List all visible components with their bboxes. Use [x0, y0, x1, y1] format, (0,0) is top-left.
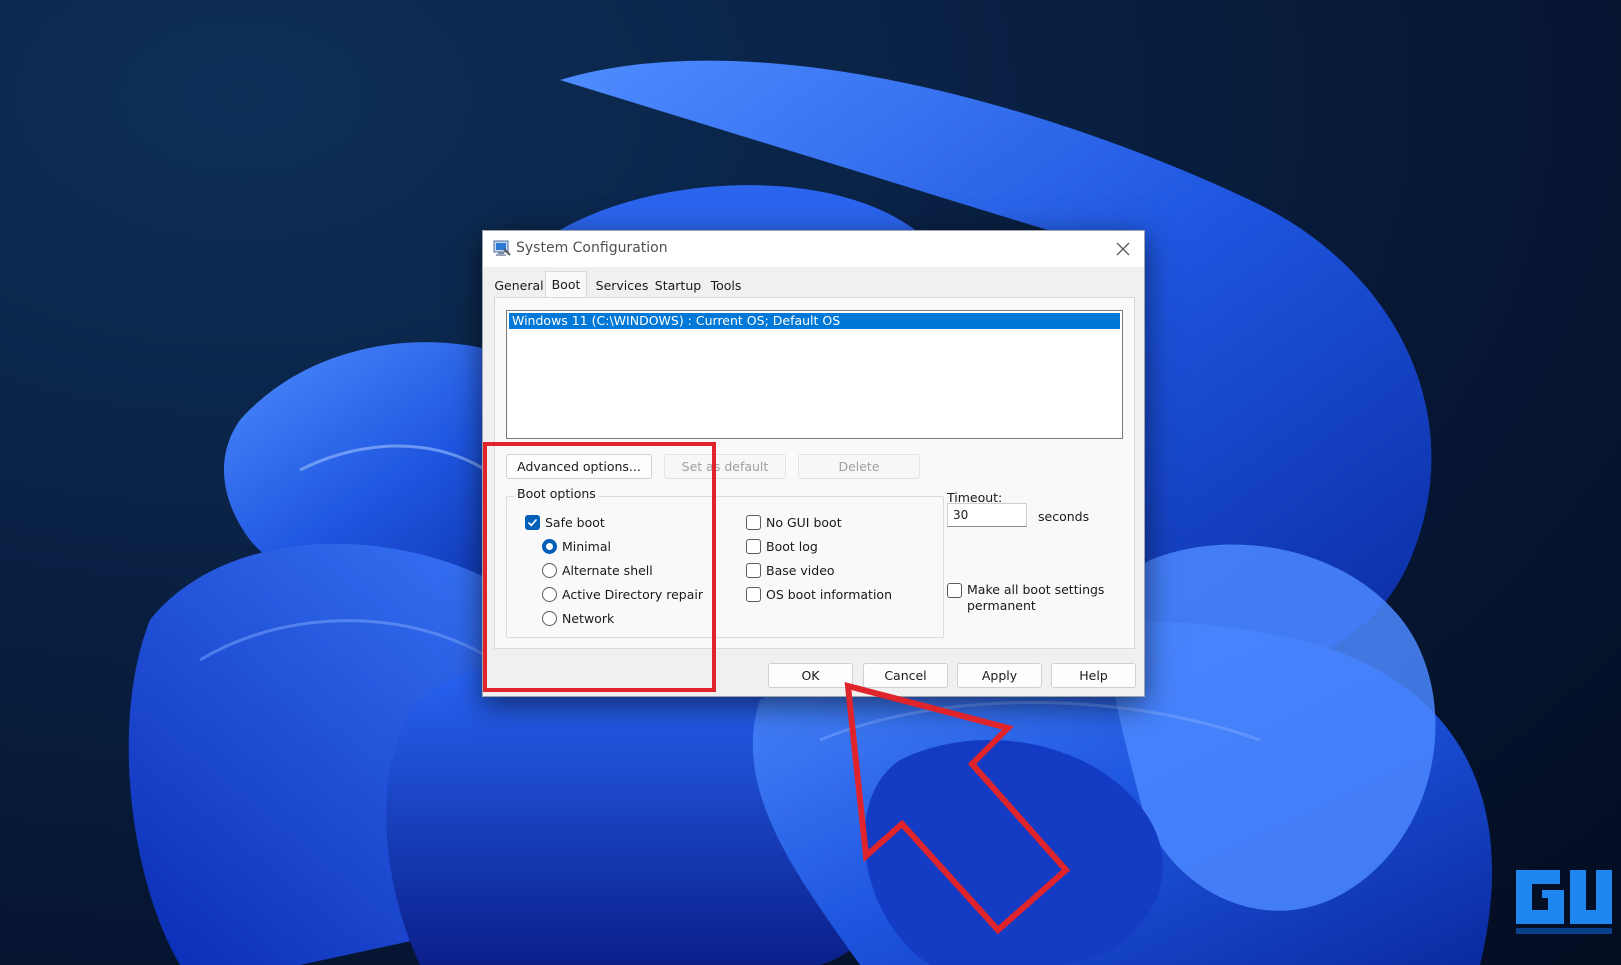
make-permanent-label-line1: Make all boot settings	[967, 582, 1105, 597]
close-icon	[1116, 242, 1130, 256]
radio-network[interactable]: Network	[542, 609, 614, 627]
title-bar: System Configuration	[483, 231, 1144, 267]
checkbox-unchecked[interactable]	[746, 538, 761, 554]
radio-unselected[interactable]	[542, 610, 557, 626]
base-video-label: Base video	[766, 562, 835, 578]
radio-alternate-shell-label: Alternate shell	[562, 562, 653, 578]
checkbox-unchecked[interactable]	[947, 583, 962, 598]
radio-minimal[interactable]: Minimal	[542, 537, 611, 555]
tab-services[interactable]: Services	[593, 274, 651, 296]
tab-general[interactable]: General	[493, 274, 545, 296]
os-boot-information-label: OS boot information	[766, 586, 892, 602]
radio-alternate-shell[interactable]: Alternate shell	[542, 561, 653, 579]
radio-minimal-label: Minimal	[562, 538, 611, 554]
close-button[interactable]	[1108, 235, 1138, 263]
ok-button[interactable]: OK	[768, 663, 853, 688]
delete-button[interactable]: Delete	[798, 454, 920, 479]
apply-button[interactable]: Apply	[957, 663, 1042, 688]
help-button[interactable]: Help	[1051, 663, 1136, 688]
radio-unselected[interactable]	[542, 586, 557, 602]
tab-startup[interactable]: Startup	[653, 274, 703, 296]
boot-log-checkbox[interactable]: Boot log	[746, 537, 818, 555]
os-boot-information-checkbox[interactable]: OS boot information	[746, 585, 892, 603]
radio-active-directory-repair[interactable]: Active Directory repair	[542, 585, 703, 603]
os-list-item-selected[interactable]: Windows 11 (C:\WINDOWS) : Current OS; De…	[509, 313, 1120, 329]
radio-unselected[interactable]	[542, 562, 557, 578]
radio-active-directory-repair-label: Active Directory repair	[562, 586, 703, 602]
safe-boot-label: Safe boot	[545, 514, 605, 530]
safe-boot-checkbox[interactable]: Safe boot	[525, 513, 605, 531]
timeout-input[interactable]	[947, 503, 1027, 527]
advanced-options-button[interactable]: Advanced options...	[506, 454, 652, 479]
make-permanent-label-line2: permanent	[967, 598, 1036, 613]
boot-options-label: Boot options	[514, 486, 599, 501]
seconds-label: seconds	[1038, 509, 1090, 524]
radio-selected[interactable]	[542, 538, 557, 554]
no-gui-boot-checkbox[interactable]: No GUI boot	[746, 513, 842, 531]
cancel-button[interactable]: Cancel	[863, 663, 948, 688]
boot-tab-panel: Windows 11 (C:\WINDOWS) : Current OS; De…	[494, 297, 1135, 649]
system-configuration-icon	[493, 240, 511, 256]
no-gui-boot-label: No GUI boot	[766, 514, 842, 530]
checkbox-unchecked[interactable]	[746, 514, 761, 530]
make-permanent-label: Make all boot settings permanent	[967, 582, 1104, 614]
radio-network-label: Network	[562, 610, 615, 626]
gadgets-to-use-logo	[1516, 870, 1612, 934]
set-as-default-button[interactable]: Set as default	[664, 454, 786, 479]
boot-log-label: Boot log	[766, 538, 818, 554]
checkbox-unchecked[interactable]	[746, 562, 761, 578]
tab-tools[interactable]: Tools	[706, 274, 746, 296]
window-title: System Configuration	[516, 240, 668, 256]
checkbox-unchecked[interactable]	[746, 586, 761, 602]
base-video-checkbox[interactable]: Base video	[746, 561, 835, 579]
system-configuration-dialog: System Configuration General Boot Servic…	[482, 230, 1145, 697]
checkbox-checked[interactable]	[525, 514, 540, 530]
checkmark-icon	[527, 518, 538, 526]
tab-boot[interactable]: Boot	[545, 271, 587, 297]
os-list[interactable]: Windows 11 (C:\WINDOWS) : Current OS; De…	[506, 310, 1123, 439]
